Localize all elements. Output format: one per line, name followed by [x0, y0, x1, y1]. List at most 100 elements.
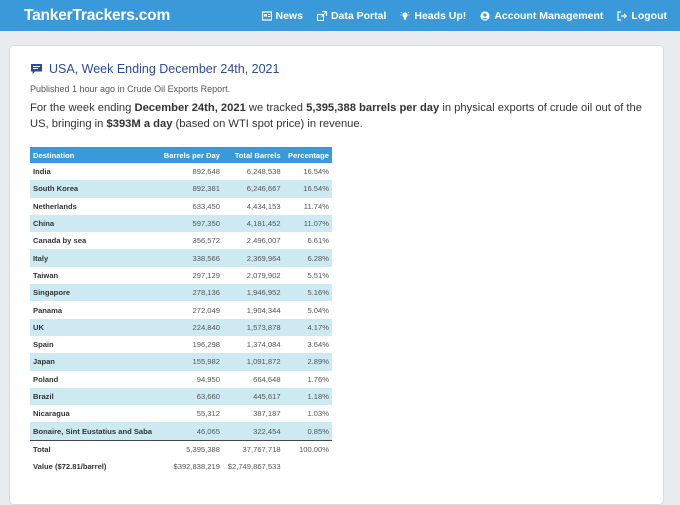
cell-percentage: 0.85% [283, 422, 332, 441]
cell-destination: UK [30, 318, 159, 336]
table-row: Japan 155,982 1,091,872 2.89% [30, 353, 332, 371]
cell-total-barrels: $2,749,867,533 [227, 461, 281, 471]
cell-percentage: 3.64% [307, 340, 329, 350]
cell-total-barrels: 387,187 [253, 409, 281, 419]
cell-destination: Italy [30, 249, 159, 267]
cell-barrels-per-day: 597,350 [158, 214, 223, 233]
cell-total-barrels: 4,181,452 [222, 214, 284, 233]
cell-percentage: 11.07% [283, 214, 332, 233]
cell-destination: Panama [33, 305, 63, 315]
cell-barrels-per-day: 892,381 [158, 180, 223, 198]
top-navbar: TankerTrackers.com News Data Portal Head… [0, 0, 680, 31]
cell-barrels-per-day: 94,950 [196, 374, 220, 384]
cell-total-barrels: 37,767,718 [222, 439, 284, 458]
table-row: Taiwan 297,129 2,079,902 5.51% [30, 267, 332, 284]
cell-destination: Value ($72.81/barrel) [33, 461, 107, 471]
cell-destination: Nicaragua [33, 409, 70, 419]
table-row: Total 5,395,388 37,767,718 100.00% [30, 439, 332, 458]
exports-table: Destination Barrels per Day Total Barrel… [30, 147, 332, 475]
cell-percentage: 5.51% [307, 270, 329, 280]
newspaper-icon [261, 10, 272, 21]
table-row: South Korea 892,381 6,246,667 16.54% [30, 180, 332, 198]
cell-percentage: 16.54% [283, 180, 332, 198]
cell-barrels-per-day: 5,395,388 [158, 439, 223, 458]
cell-destination: South Korea [30, 180, 159, 198]
cell-barrels-per-day: 155,982 [158, 353, 223, 371]
cell-barrels-per-day: 892,648 [192, 167, 220, 177]
cell-percentage: 100.00% [283, 439, 332, 458]
published-info: Published 1 hour ago in Crude Oil Export… [30, 84, 231, 94]
cell-percentage: 6.61% [307, 236, 329, 246]
cell-percentage: 2.89% [283, 353, 332, 371]
summary-revenue: $393M a day [106, 118, 173, 130]
cell-percentage [284, 458, 332, 475]
cell-total-barrels: 2,369,964 [222, 249, 284, 267]
cell-destination: India [33, 167, 51, 177]
report-summary: For the week ending December 24th, 2021 … [30, 100, 648, 132]
table-row: China 597,350 4,181,452 11.07% [30, 214, 332, 233]
cell-barrels-per-day: 224,840 [158, 318, 223, 336]
cell-percentage: 1.76% [307, 374, 329, 384]
cell-barrels-per-day: 356,572 [192, 236, 220, 246]
table-header-row: Destination Barrels per Day Total Barrel… [30, 147, 332, 163]
cell-total-barrels: 664,648 [253, 374, 281, 384]
nav-heads-up[interactable]: Heads Up! [400, 10, 466, 22]
summary-week: December 24th, 2021 [134, 102, 246, 114]
nav-data-portal-label: Data Portal [330, 9, 387, 22]
cell-total-barrels: 1,091,872 [222, 353, 284, 371]
nav-news-label: News [275, 9, 303, 22]
cell-barrels-per-day: $392,838,219 [173, 461, 220, 471]
comment-icon [31, 64, 42, 74]
nav-links: News Data Portal Heads Up! Account Manag… [261, 9, 667, 22]
report-title[interactable]: USA, Week Ending December 24th, 2021 [49, 62, 279, 76]
cell-destination: Spain [33, 340, 54, 350]
cell-barrels-per-day: 338,566 [158, 249, 223, 267]
report-card: USA, Week Ending December 24th, 2021 Pub… [9, 45, 664, 505]
nav-news[interactable]: News [261, 9, 303, 22]
cell-percentage: 1.18% [283, 387, 332, 406]
summary-text-2: we tracked [245, 102, 307, 114]
cell-destination: Taiwan [33, 270, 59, 280]
table-row: Singapore 278,136 1,946,952 5.16% [30, 284, 332, 302]
cell-destination: Japan [30, 353, 159, 371]
col-percentage: Percentage [283, 147, 332, 163]
cell-total-barrels: 6,248,538 [246, 167, 281, 177]
cell-total-barrels: 445,617 [222, 387, 284, 406]
table-row: Brazil 63,660 445,617 1.18% [30, 387, 332, 406]
cell-percentage: 4.17% [283, 318, 332, 336]
nav-data-portal[interactable]: Data Portal [316, 9, 387, 22]
lightbulb-icon [400, 11, 410, 20]
cell-total-barrels: 2,079,902 [246, 270, 281, 280]
logout-icon [617, 10, 628, 21]
cell-barrels-per-day: 196,298 [192, 340, 220, 350]
cell-barrels-per-day: 55,312 [196, 409, 220, 419]
cell-destination: Canada by sea [33, 236, 87, 246]
cell-percentage: 11.74% [303, 201, 329, 211]
cell-destination: Netherlands [33, 201, 77, 211]
nav-account-management[interactable]: Account Management [480, 10, 603, 22]
table-row: Bonaire, Sint Eustatius and Saba 46,065 32… [30, 422, 332, 441]
cell-percentage: 5.16% [283, 284, 332, 302]
col-total-barrels: Total Barrels [222, 147, 284, 163]
cell-total-barrels: 6,246,667 [222, 180, 284, 198]
site-logo[interactable]: TankerTrackers.com [24, 7, 170, 25]
nav-logout[interactable]: Logout [617, 10, 667, 22]
cell-percentage: 5.04% [307, 305, 329, 315]
cell-barrels-per-day: 46,065 [158, 422, 223, 441]
cell-percentage: 1.03% [307, 409, 329, 419]
cell-destination: Singapore [30, 284, 159, 302]
cell-percentage: 6.28% [283, 249, 332, 267]
table-row: Value ($72.81/barrel) $392,838,219 $2,749,… [30, 458, 332, 475]
user-circle-icon [480, 10, 490, 21]
nav-account-management-label: Account Management [494, 9, 604, 22]
table-row: India 892,648 6,248,538 16.54% [30, 163, 332, 180]
cell-total-barrels: 322,454 [222, 422, 284, 441]
cell-barrels-per-day: 278,136 [158, 284, 223, 302]
table-row: Netherlands 633,450 4,434,153 11.74% [30, 198, 332, 215]
cell-barrels-per-day: 63,660 [158, 387, 223, 406]
nav-logout-label: Logout [631, 9, 667, 22]
cell-destination: Brazil [30, 387, 159, 406]
cell-barrels-per-day: 297,129 [192, 270, 220, 280]
summary-barrels-per-day: 5,395,388 barrels per day [306, 102, 440, 114]
col-barrels-per-day: Barrels per Day [158, 147, 223, 163]
